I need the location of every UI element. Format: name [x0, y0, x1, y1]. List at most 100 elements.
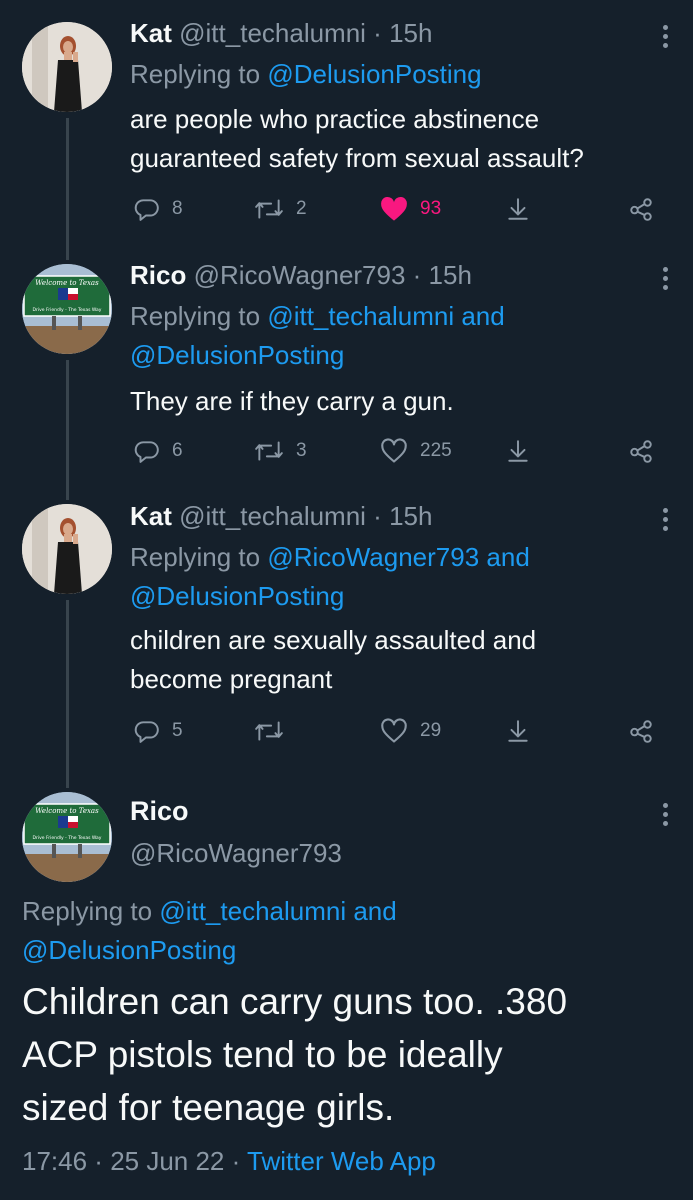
- tweet-1[interactable]: Kat @itt_techalumni · 15h Replying to @D…: [0, 0, 693, 240]
- replying-prefix: Replying to: [130, 542, 268, 572]
- retweet-count: 2: [296, 198, 307, 219]
- user-handle[interactable]: @RicoWagner793: [130, 838, 342, 869]
- reply-icon: [134, 441, 159, 463]
- mention-link[interactable]: @itt_techalumni and: [159, 896, 396, 926]
- replying-to: Replying to @DelusionPosting: [130, 55, 482, 94]
- mention-link[interactable]: @itt_techalumni and: [267, 301, 504, 331]
- like-count: 93: [420, 198, 442, 219]
- display-name[interactable]: Rico: [130, 260, 186, 290]
- thread-line: [66, 240, 69, 260]
- retweet-icon: [255, 441, 283, 461]
- like-icon: [381, 196, 407, 221]
- retweet-icon: [255, 721, 283, 741]
- like-count: 29: [420, 720, 442, 741]
- retweet-icon: [255, 199, 283, 219]
- replying-to: Replying to @itt_techalumni and @Delusio…: [130, 297, 505, 375]
- avatar-kat[interactable]: [22, 22, 112, 112]
- mention-link[interactable]: @DelusionPosting: [22, 931, 397, 970]
- avatar-kat[interactable]: [22, 504, 112, 594]
- timestamp[interactable]: 15h: [429, 260, 472, 290]
- tweet-text: are people who practice abstinence guara…: [130, 100, 584, 178]
- sign-text-bottom: Drive Friendly - The Texas Way: [33, 307, 102, 313]
- like-count: 225: [420, 440, 452, 461]
- separator: ·: [405, 260, 429, 290]
- download-icon: [508, 720, 528, 742]
- tweet-text-line: guaranteed safety from sexual assault?: [130, 143, 584, 173]
- more-icon[interactable]: [663, 803, 669, 830]
- tweet-text: children are sexually assaulted and beco…: [130, 621, 536, 699]
- user-handle[interactable]: @RicoWagner793: [194, 260, 406, 290]
- action-bar: 5 29: [130, 711, 660, 751]
- separator: ·: [365, 18, 390, 48]
- tweet-text-line: ACP pistols tend to be ideally: [22, 1034, 503, 1075]
- tweet-text-line: children are sexually assaulted and: [130, 625, 537, 655]
- timestamp[interactable]: 15h: [389, 501, 432, 531]
- tweet-text-line: are people who practice abstinence: [130, 104, 540, 134]
- share-button[interactable]: [627, 711, 655, 751]
- avatar-rico[interactable]: Welcome to Texas Drive Friendly - The Te…: [22, 792, 112, 882]
- timestamp[interactable]: 15h: [389, 18, 432, 48]
- like-button[interactable]: 29: [380, 711, 441, 751]
- share-icon: [630, 720, 652, 743]
- action-bar: 8 2 93: [130, 189, 660, 229]
- display-name[interactable]: Rico: [130, 796, 189, 827]
- tweet-2[interactable]: Welcome to Texas Drive Friendly - The Te…: [0, 240, 693, 483]
- tweet-text-line: Children can carry guns too. .380: [22, 981, 568, 1022]
- focused-tweet[interactable]: Welcome to Texas Drive Friendly - The Te…: [0, 768, 693, 1200]
- tweet-date[interactable]: 25 Jun 22: [110, 1146, 224, 1176]
- tweet-header: Kat @itt_techalumni · 15h: [130, 501, 432, 532]
- like-icon: [381, 438, 407, 463]
- user-handle[interactable]: @itt_techalumni: [179, 501, 366, 531]
- tweet-meta-footer: 17:46 · 25 Jun 22 · Twitter Web App: [22, 1146, 436, 1177]
- replying-prefix: Replying to: [22, 896, 160, 926]
- reply-count: 5: [172, 720, 183, 741]
- user-handle[interactable]: @itt_techalumni: [179, 18, 366, 48]
- tweet-header: Rico @RicoWagner793 · 15h: [130, 260, 472, 291]
- more-icon[interactable]: [663, 508, 669, 535]
- source-link[interactable]: Twitter Web App: [247, 1146, 436, 1176]
- replying-prefix: Replying to: [130, 59, 268, 89]
- retweet-button[interactable]: [254, 711, 296, 751]
- sign-text-bottom: Drive Friendly - The Texas Way: [33, 835, 102, 841]
- mention-link[interactable]: @DelusionPosting: [130, 577, 530, 616]
- like-button[interactable]: 225: [380, 431, 452, 471]
- replying-to: Replying to @itt_techalumni and @Delusio…: [22, 892, 397, 970]
- reply-button[interactable]: 8: [134, 189, 183, 229]
- mention-link[interactable]: @DelusionPosting: [267, 59, 481, 89]
- separator: ·: [365, 501, 390, 531]
- like-icon: [381, 718, 407, 743]
- bookmark-button[interactable]: [505, 711, 531, 751]
- bookmark-button[interactable]: [505, 431, 531, 471]
- display-name[interactable]: Kat: [130, 18, 172, 48]
- tweet-text-line: become pregnant: [130, 664, 333, 694]
- reply-button[interactable]: 6: [134, 431, 183, 471]
- reply-count: 8: [172, 198, 183, 219]
- reply-button[interactable]: 5: [134, 711, 183, 751]
- share-button[interactable]: [627, 431, 655, 471]
- tweet-text-line: sized for teenage girls.: [22, 1087, 395, 1128]
- thread-line: [66, 600, 69, 768]
- tweet-text-line: They are if they carry a gun.: [130, 386, 454, 416]
- share-icon: [630, 440, 652, 463]
- separator: ·: [224, 1146, 248, 1176]
- mention-link[interactable]: @DelusionPosting: [130, 336, 505, 375]
- thread-line: [66, 768, 69, 788]
- more-icon[interactable]: [663, 267, 669, 294]
- more-icon[interactable]: [663, 25, 669, 52]
- action-bar: 6 3 225: [130, 431, 660, 471]
- reply-icon: [134, 199, 159, 221]
- bookmark-button[interactable]: [505, 189, 531, 229]
- retweet-button[interactable]: 3: [254, 431, 307, 471]
- display-name[interactable]: Kat: [130, 501, 172, 531]
- like-button[interactable]: 93: [380, 189, 441, 229]
- tweet-3[interactable]: Kat @itt_techalumni · 15h Replying to @R…: [0, 483, 693, 768]
- tweet-time[interactable]: 17:46: [22, 1146, 87, 1176]
- retweet-button[interactable]: 2: [254, 189, 307, 229]
- mention-link[interactable]: @RicoWagner793 and: [267, 542, 529, 572]
- tweet-text: They are if they carry a gun.: [130, 382, 454, 421]
- avatar-rico[interactable]: Welcome to Texas Drive Friendly - The Te…: [22, 264, 112, 354]
- reply-icon: [134, 721, 159, 743]
- share-button[interactable]: [627, 189, 655, 229]
- download-icon: [508, 198, 528, 220]
- sign-text-top: Welcome to Texas: [35, 279, 99, 287]
